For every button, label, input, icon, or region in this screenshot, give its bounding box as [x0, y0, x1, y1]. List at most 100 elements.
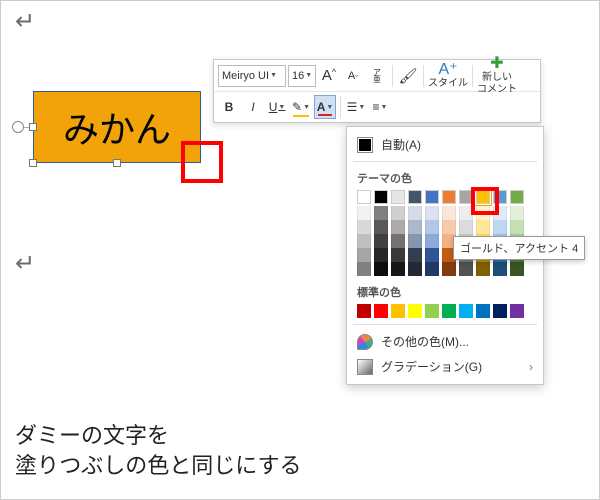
auto-color-label: 自動(A)	[381, 136, 421, 153]
standard-color-swatch[interactable]	[493, 304, 507, 318]
theme-shade-swatch[interactable]	[442, 262, 456, 276]
phonetic-guide-button[interactable]: ア 亜	[366, 64, 388, 88]
standard-colors-title: 標準の色	[347, 280, 543, 302]
standard-color-swatch[interactable]	[408, 304, 422, 318]
theme-colors-title: テーマの色	[347, 166, 543, 188]
theme-shade-swatch[interactable]	[493, 220, 507, 234]
theme-shade-swatch[interactable]	[442, 206, 456, 220]
chevron-down-icon: ▼	[270, 72, 277, 79]
theme-shade-swatch[interactable]	[391, 248, 405, 262]
bullets-button[interactable]: ☰▼	[345, 95, 367, 119]
grow-font-button[interactable]: A^	[318, 64, 340, 88]
resize-handle-bottom[interactable]	[113, 159, 121, 167]
theme-color-swatch[interactable]	[374, 190, 388, 204]
highlight-color-button[interactable]: ✎ ▼	[290, 95, 312, 119]
standard-color-swatch[interactable]	[442, 304, 456, 318]
theme-shade-swatch[interactable]	[391, 234, 405, 248]
font-size-combo[interactable]: 16 ▼	[288, 65, 316, 87]
theme-shade-swatch[interactable]	[408, 262, 422, 276]
theme-color-swatch[interactable]	[442, 190, 456, 204]
standard-color-swatch[interactable]	[476, 304, 490, 318]
gradient-item[interactable]: グラデーション(G) ›	[347, 354, 543, 379]
font-color-button[interactable]: A ▼	[314, 95, 336, 119]
standard-color-swatch[interactable]	[357, 304, 371, 318]
theme-color-swatch[interactable]	[459, 190, 473, 204]
format-painter-button[interactable]: 🖌	[397, 64, 419, 88]
theme-shade-swatch[interactable]	[374, 262, 388, 276]
theme-shade-swatch[interactable]	[408, 248, 422, 262]
separator	[353, 161, 537, 162]
new-comment-label: 新しい コメント	[477, 72, 517, 96]
theme-color-swatch[interactable]	[510, 190, 524, 204]
theme-color-swatch[interactable]	[493, 190, 507, 204]
more-colors-item[interactable]: その他の色(M)...	[347, 329, 543, 354]
shrink-font-button[interactable]: Aˇ	[342, 64, 364, 88]
rotate-handle[interactable]	[12, 121, 24, 133]
auto-color-item[interactable]: 自動(A)	[347, 132, 543, 157]
separator	[340, 96, 341, 118]
bullets-icon: ☰	[347, 100, 358, 114]
theme-shade-swatch[interactable]	[510, 220, 524, 234]
text-box-shape[interactable]: みかん	[33, 91, 201, 163]
theme-shade-swatch[interactable]	[442, 220, 456, 234]
standard-color-swatch[interactable]	[510, 304, 524, 318]
standard-color-swatch[interactable]	[374, 304, 388, 318]
theme-color-swatch[interactable]	[476, 190, 490, 204]
theme-shade-swatch[interactable]	[425, 220, 439, 234]
theme-shade-swatch[interactable]	[459, 220, 473, 234]
numbering-button[interactable]: ≡▼	[369, 95, 391, 119]
theme-shade-swatch[interactable]	[493, 262, 507, 276]
theme-shade-swatch[interactable]	[408, 234, 422, 248]
resize-handle-bottom-left[interactable]	[29, 159, 37, 167]
auto-color-swatch	[357, 137, 373, 153]
theme-shade-swatch[interactable]	[425, 248, 439, 262]
bold-button[interactable]: B	[218, 95, 240, 119]
theme-shade-swatch[interactable]	[425, 234, 439, 248]
theme-shade-swatch[interactable]	[374, 248, 388, 262]
highlight-color-swatch	[293, 115, 309, 117]
gradient-icon	[357, 359, 373, 375]
theme-shade-swatch[interactable]	[476, 262, 490, 276]
theme-color-swatch[interactable]	[408, 190, 422, 204]
theme-shade-swatch[interactable]	[408, 220, 422, 234]
theme-shade-swatch[interactable]	[357, 206, 371, 220]
theme-shade-swatch[interactable]	[391, 206, 405, 220]
gradient-label: グラデーション(G)	[381, 358, 482, 375]
new-comment-button[interactable]: ✚ 新しい コメント	[477, 61, 517, 91]
theme-shade-swatch[interactable]	[391, 262, 405, 276]
theme-shade-swatch[interactable]	[374, 234, 388, 248]
standard-color-swatch[interactable]	[459, 304, 473, 318]
theme-shade-swatch[interactable]	[425, 206, 439, 220]
theme-shade-swatch[interactable]	[357, 262, 371, 276]
caption-line1: ダミーの文字を	[15, 421, 301, 451]
theme-shade-swatch[interactable]	[476, 206, 490, 220]
standard-color-swatch[interactable]	[425, 304, 439, 318]
underline-button[interactable]: U▼	[266, 95, 288, 119]
theme-shade-swatch[interactable]	[408, 206, 422, 220]
theme-shade-swatch[interactable]	[374, 220, 388, 234]
theme-shade-swatch[interactable]	[357, 220, 371, 234]
theme-shade-swatch[interactable]	[493, 206, 507, 220]
theme-shade-swatch[interactable]	[374, 206, 388, 220]
theme-shade-swatch[interactable]	[510, 262, 524, 276]
theme-shade-swatch[interactable]	[357, 234, 371, 248]
theme-color-swatch[interactable]	[425, 190, 439, 204]
theme-color-swatch[interactable]	[357, 190, 371, 204]
font-name-combo[interactable]: Meiryo UI ▼	[218, 65, 286, 87]
theme-shade-swatch[interactable]	[459, 262, 473, 276]
theme-shade-swatch[interactable]	[425, 262, 439, 276]
numbering-icon: ≡	[373, 100, 380, 114]
styles-button[interactable]: A⁺ スタイル	[428, 61, 468, 91]
standard-color-swatch[interactable]	[391, 304, 405, 318]
color-tooltip: ゴールド、アクセント 4	[453, 236, 585, 260]
theme-shade-swatch[interactable]	[476, 220, 490, 234]
theme-shade-swatch[interactable]	[459, 206, 473, 220]
theme-color-swatch[interactable]	[391, 190, 405, 204]
theme-shade-swatch[interactable]	[357, 248, 371, 262]
resize-handle-left[interactable]	[29, 123, 37, 131]
theme-shade-swatch[interactable]	[510, 206, 524, 220]
para-mark-top: ↵	[15, 7, 35, 36]
italic-button[interactable]: I	[242, 95, 264, 119]
theme-shade-swatch[interactable]	[391, 220, 405, 234]
font-color-icon: A	[317, 100, 326, 114]
